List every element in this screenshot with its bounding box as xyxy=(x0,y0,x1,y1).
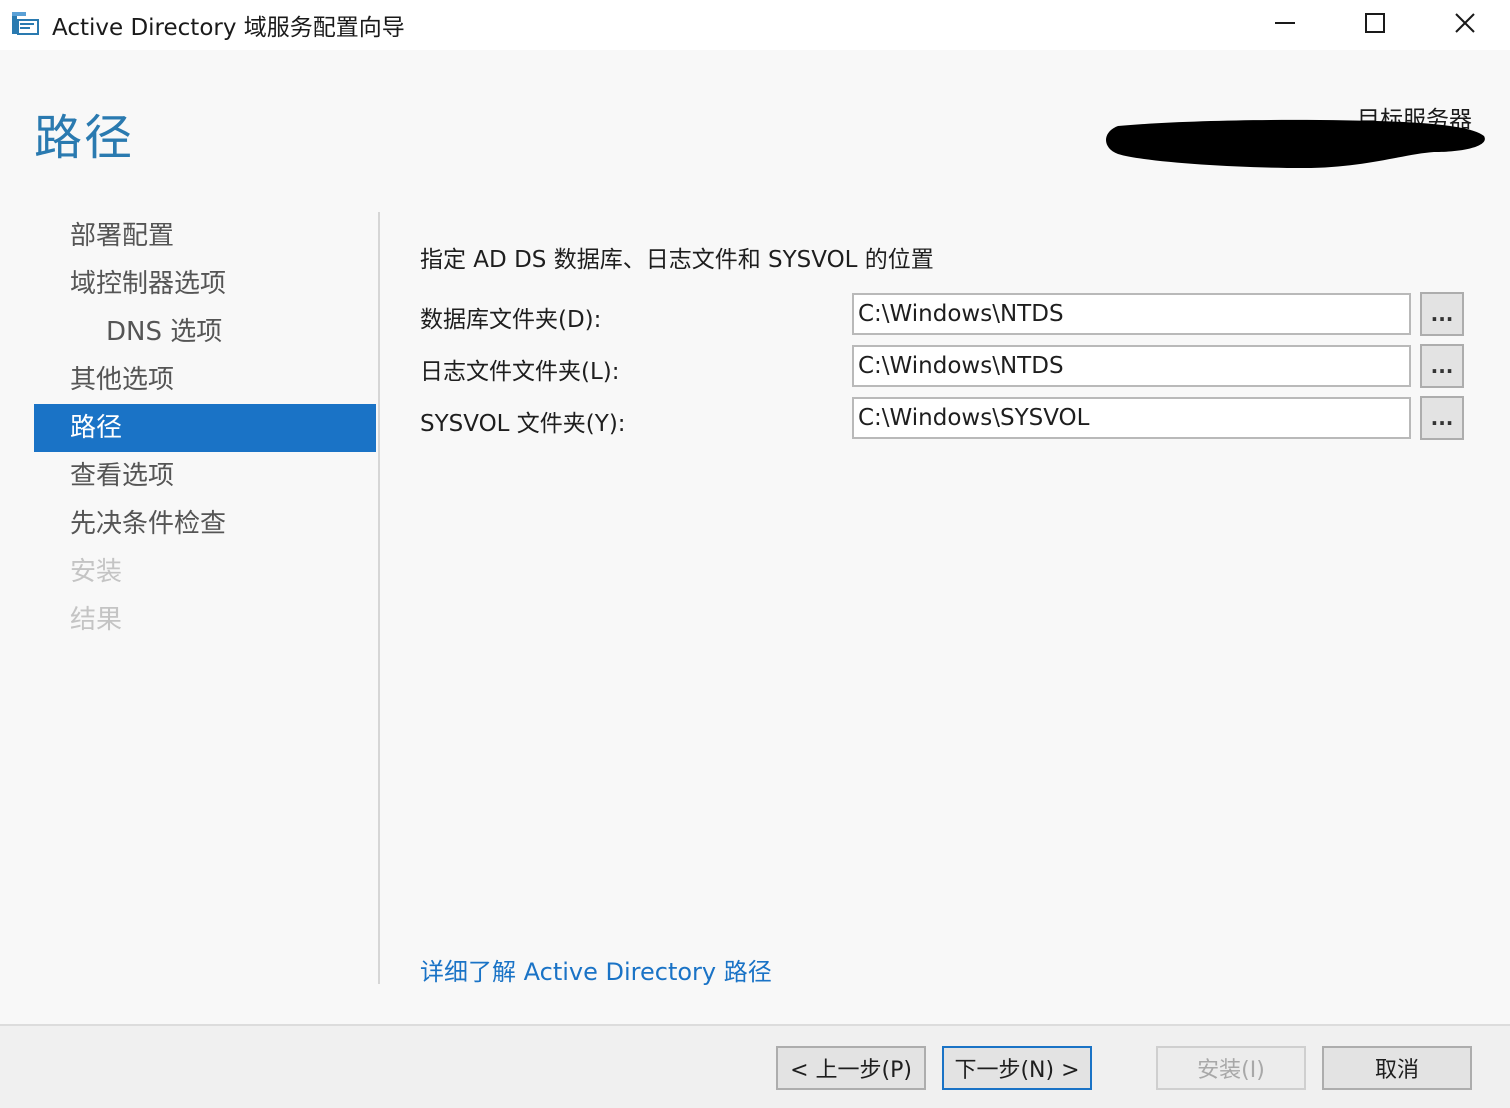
cancel-button[interactable]: 取消 xyxy=(1322,1046,1472,1090)
database-folder-label: 数据库文件夹(D): xyxy=(420,307,602,333)
step-results: 结果 xyxy=(34,596,376,644)
step-dns-options[interactable]: DNS 选项 xyxy=(34,308,376,356)
step-label: 路径 xyxy=(70,413,123,443)
next-button[interactable]: 下一步(N) > xyxy=(942,1046,1092,1090)
step-review-options[interactable]: 查看选项 xyxy=(34,452,376,500)
log-folder-label: 日志文件文件夹(L): xyxy=(420,359,620,385)
step-additional-options[interactable]: 其他选项 xyxy=(34,356,376,404)
close-icon xyxy=(1455,13,1475,33)
nav-divider xyxy=(378,212,380,984)
step-label: 域控制器选项 xyxy=(70,269,227,299)
step-deployment-config[interactable]: 部署配置 xyxy=(34,212,376,260)
database-folder-browse-button[interactable]: ... xyxy=(1420,292,1464,336)
install-button: 安装(I) xyxy=(1156,1046,1306,1090)
database-folder-input[interactable] xyxy=(852,293,1411,335)
server-manager-app-icon xyxy=(12,12,39,35)
minimize-button[interactable] xyxy=(1240,0,1330,46)
sysvol-folder-browse-button[interactable]: ... xyxy=(1420,396,1464,440)
step-dc-options[interactable]: 域控制器选项 xyxy=(34,260,376,308)
previous-button[interactable]: < 上一步(P) xyxy=(776,1046,926,1090)
step-paths[interactable]: 路径 xyxy=(34,404,376,452)
maximize-button[interactable] xyxy=(1330,0,1420,46)
sysvol-folder-label: SYSVOL 文件夹(Y): xyxy=(420,411,626,437)
step-label: 其他选项 xyxy=(70,365,175,395)
step-label: 安装 xyxy=(70,557,123,587)
close-button[interactable] xyxy=(1420,0,1510,46)
step-label: 先决条件检查 xyxy=(70,509,227,539)
step-label: 部署配置 xyxy=(70,221,175,251)
step-label: 查看选项 xyxy=(70,461,175,491)
minimize-icon xyxy=(1275,22,1295,24)
wizard-window: Active Directory 域服务配置向导 路径 目标服务器 部署配置 域… xyxy=(0,0,1510,1108)
step-installation: 安装 xyxy=(34,548,376,596)
sysvol-folder-input[interactable] xyxy=(852,397,1411,439)
step-label: 结果 xyxy=(70,605,123,635)
step-label: DNS 选项 xyxy=(106,317,223,347)
window-title: Active Directory 域服务配置向导 xyxy=(52,15,405,41)
page-title: 路径 xyxy=(34,110,135,166)
section-description: 指定 AD DS 数据库、日志文件和 SYSVOL 的位置 xyxy=(420,247,934,273)
log-folder-browse-button[interactable]: ... xyxy=(1420,344,1464,388)
learn-more-link[interactable]: 详细了解 Active Directory 路径 xyxy=(420,952,772,987)
maximize-icon xyxy=(1365,13,1385,33)
log-folder-input[interactable] xyxy=(852,345,1411,387)
step-prerequisites-check[interactable]: 先决条件检查 xyxy=(34,500,376,548)
title-bar[interactable]: Active Directory 域服务配置向导 xyxy=(0,0,1510,50)
wizard-step-list: 部署配置 域控制器选项 DNS 选项 其他选项 路径 查看选项 先决条件检查 安… xyxy=(34,212,376,644)
redacted-server-name xyxy=(1106,119,1485,168)
